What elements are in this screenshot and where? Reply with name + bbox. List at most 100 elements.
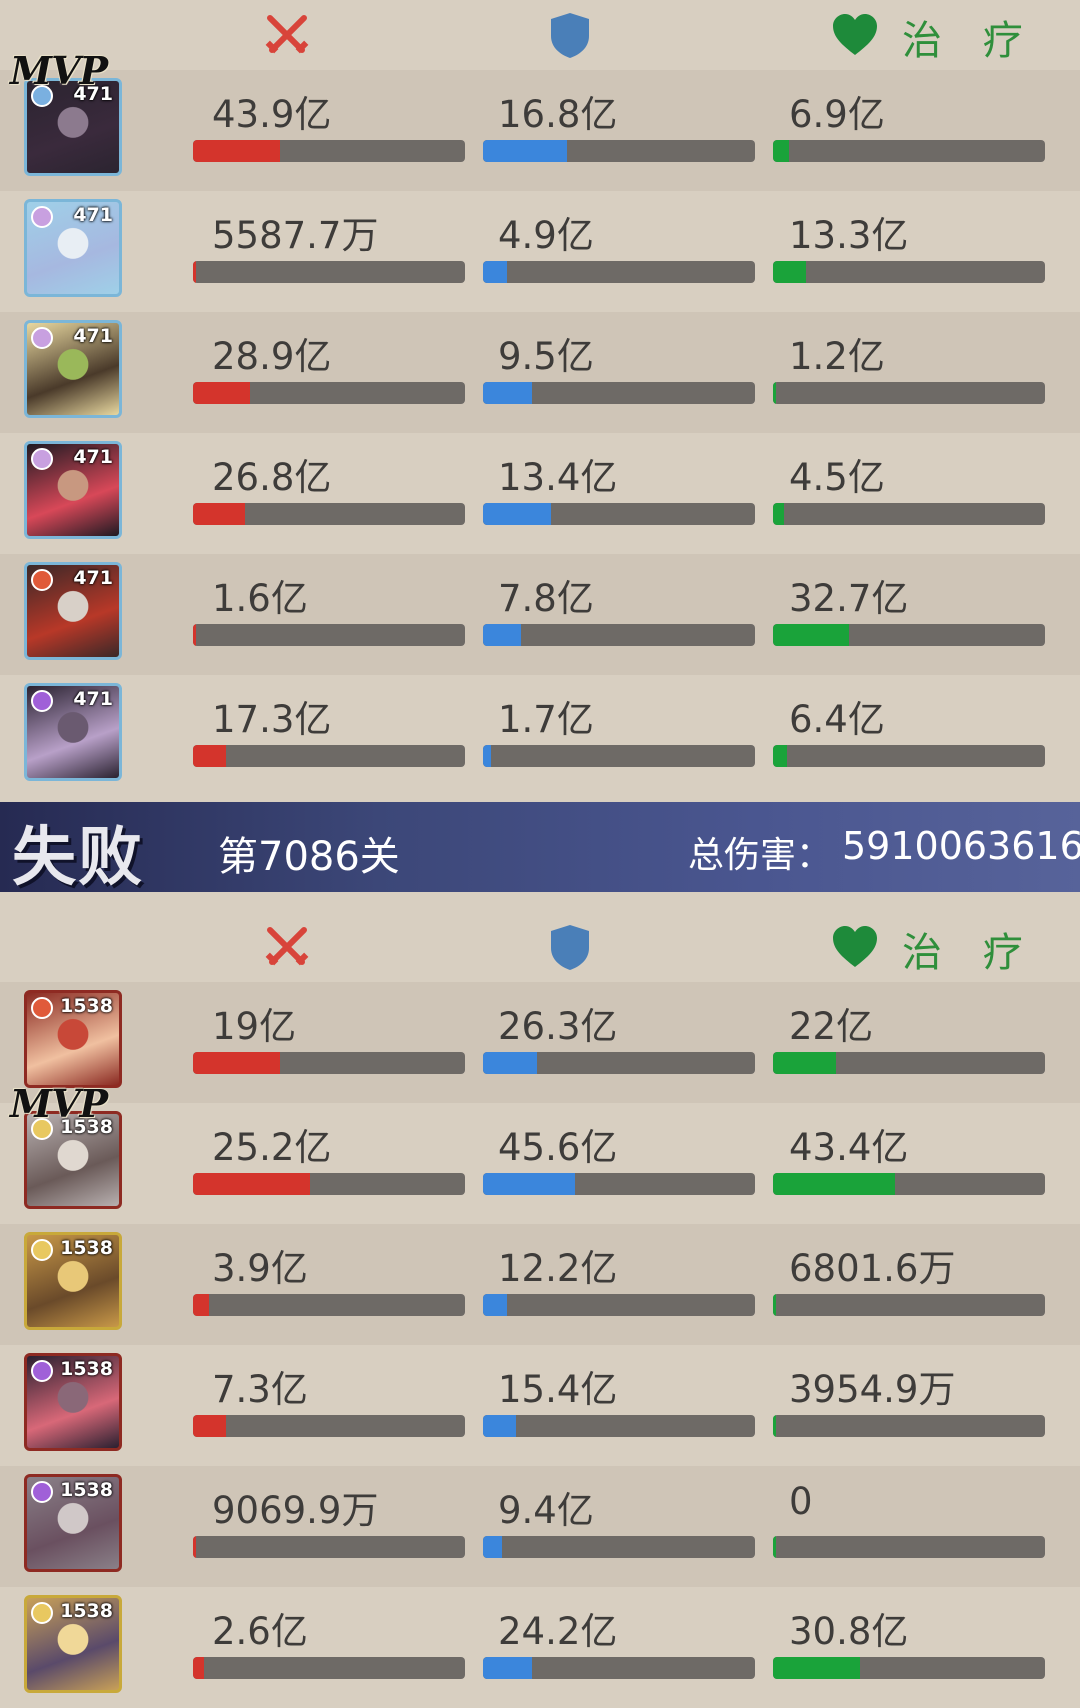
player-stat-row: 1538 9069.9万 9.4亿 0 <box>0 1466 1080 1587</box>
attack-value: 43.9亿 <box>212 93 332 136</box>
attack-bar <box>193 261 465 283</box>
stage-number: 第7086关 <box>218 834 400 880</box>
hero-avatar[interactable]: 471 <box>24 562 122 660</box>
mvp-badge: MVP <box>10 1081 108 1126</box>
hero-avatar[interactable]: 1538 <box>24 1474 122 1572</box>
attack-value: 25.2亿 <box>212 1126 332 1169</box>
attack-bar <box>193 140 465 162</box>
heal-bar <box>773 261 1045 283</box>
defense-bar <box>483 1052 755 1074</box>
hero-level: 1538 <box>60 1600 113 1622</box>
attack-bar <box>193 1173 465 1195</box>
heal-bar <box>773 1294 1045 1316</box>
hero-level: 1538 <box>60 995 113 1017</box>
battle-result-banner: 失败 第7086关 总伤害： 5910063616 <box>0 802 1080 895</box>
heal-bar-fill <box>773 745 787 767</box>
hero-avatar[interactable]: 1538 <box>24 1595 122 1693</box>
stats-header: 治 疗 <box>0 912 1080 982</box>
heal-bar-fill <box>773 382 777 404</box>
attack-bar <box>193 382 465 404</box>
heal-bar-fill <box>773 1536 777 1558</box>
attack-bar-fill <box>193 1536 197 1558</box>
heal-value: 30.8亿 <box>789 1610 909 1653</box>
hero-avatar[interactable]: 471 <box>24 441 122 539</box>
heal-bar-fill <box>773 1294 777 1316</box>
hero-avatar[interactable]: 1538 <box>24 1232 122 1330</box>
attack-bar <box>193 503 465 525</box>
defense-value: 9.4亿 <box>498 1489 594 1532</box>
element-icon <box>31 690 53 712</box>
heal-column-label: 治 疗 <box>902 930 1037 976</box>
heal-value: 3954.9万 <box>789 1368 956 1411</box>
attack-value: 3.9亿 <box>212 1247 308 1290</box>
defense-value: 7.8亿 <box>498 577 594 620</box>
defense-bar-fill <box>483 1294 508 1316</box>
element-icon <box>31 327 53 349</box>
attack-value: 1.6亿 <box>212 577 308 620</box>
attack-bar-fill <box>193 261 197 283</box>
hero-avatar[interactable]: 471 <box>24 320 122 418</box>
element-icon <box>31 448 53 470</box>
defense-value: 24.2亿 <box>498 1610 618 1653</box>
defense-value: 13.4亿 <box>498 456 618 499</box>
total-damage-value: 5910063616 <box>842 824 1080 868</box>
defense-bar-fill <box>483 1536 503 1558</box>
element-icon <box>31 1481 53 1503</box>
defense-value: 26.3亿 <box>498 1005 618 1048</box>
hero-level: 1538 <box>60 1358 113 1380</box>
attack-bar <box>193 1294 465 1316</box>
heal-bar <box>773 1052 1045 1074</box>
total-damage-label: 总伤害： <box>688 835 833 876</box>
player-stat-row: 1538 MVP 25.2亿 45.6亿 43.4亿 <box>0 1081 1080 1224</box>
attack-value: 26.8亿 <box>212 456 332 499</box>
element-icon <box>31 1602 53 1624</box>
element-icon <box>31 997 53 1019</box>
heal-bar <box>773 1657 1045 1679</box>
attack-bar-fill <box>193 140 281 162</box>
heal-bar <box>773 745 1045 767</box>
defense-value: 1.7亿 <box>498 698 594 741</box>
defense-bar-fill <box>483 745 492 767</box>
heart-icon <box>833 14 877 55</box>
attack-bar-fill <box>193 1294 210 1316</box>
heal-value: 22亿 <box>789 1005 874 1048</box>
battle-result-text: 失败 <box>12 820 144 895</box>
heal-bar-fill <box>773 140 790 162</box>
defense-value: 4.9亿 <box>498 214 594 257</box>
heal-value: 6.4亿 <box>789 698 885 741</box>
attack-value: 9069.9万 <box>212 1489 379 1532</box>
player-stat-row: 471 1.6亿 7.8亿 32.7亿 <box>0 554 1080 675</box>
hero-avatar[interactable]: 1538 <box>24 990 122 1088</box>
hero-avatar[interactable]: 471 <box>24 199 122 297</box>
heal-bar <box>773 503 1045 525</box>
heal-bar <box>773 1536 1045 1558</box>
defense-bar-fill <box>483 624 522 646</box>
element-icon <box>31 1239 53 1261</box>
heart-icon <box>833 926 877 967</box>
attack-bar-fill <box>193 1415 226 1437</box>
heal-bar-fill <box>773 1052 836 1074</box>
defense-bar-fill <box>483 261 508 283</box>
defense-value: 16.8亿 <box>498 93 618 136</box>
hero-avatar[interactable]: 471 <box>24 683 122 781</box>
attack-bar-fill <box>193 624 197 646</box>
player-stat-row: 471 17.3亿 1.7亿 6.4亿 <box>0 675 1080 796</box>
heal-bar-fill <box>773 624 850 646</box>
defense-value: 15.4亿 <box>498 1368 618 1411</box>
hero-level: 471 <box>73 446 113 468</box>
player-stat-row: 471 MVP 43.9亿 16.8亿 6.9亿 <box>0 48 1080 191</box>
attack-bar <box>193 745 465 767</box>
crossed-swords-icon <box>265 15 309 54</box>
defense-bar-fill <box>483 1657 532 1679</box>
heal-value: 13.3亿 <box>789 214 909 257</box>
heal-bar <box>773 382 1045 404</box>
heal-value: 0 <box>789 1480 813 1523</box>
hero-avatar[interactable]: 1538 <box>24 1353 122 1451</box>
defense-bar <box>483 624 755 646</box>
heal-value: 6.9亿 <box>789 93 885 136</box>
defense-value: 12.2亿 <box>498 1247 618 1290</box>
defense-bar <box>483 1294 755 1316</box>
top-team-rows: 471 MVP 43.9亿 16.8亿 6.9亿 471 5587.7万 4.9亿 13.3亿 4… <box>0 48 1080 796</box>
heal-value: 6801.6万 <box>789 1247 956 1290</box>
heal-bar-fill <box>773 1415 777 1437</box>
